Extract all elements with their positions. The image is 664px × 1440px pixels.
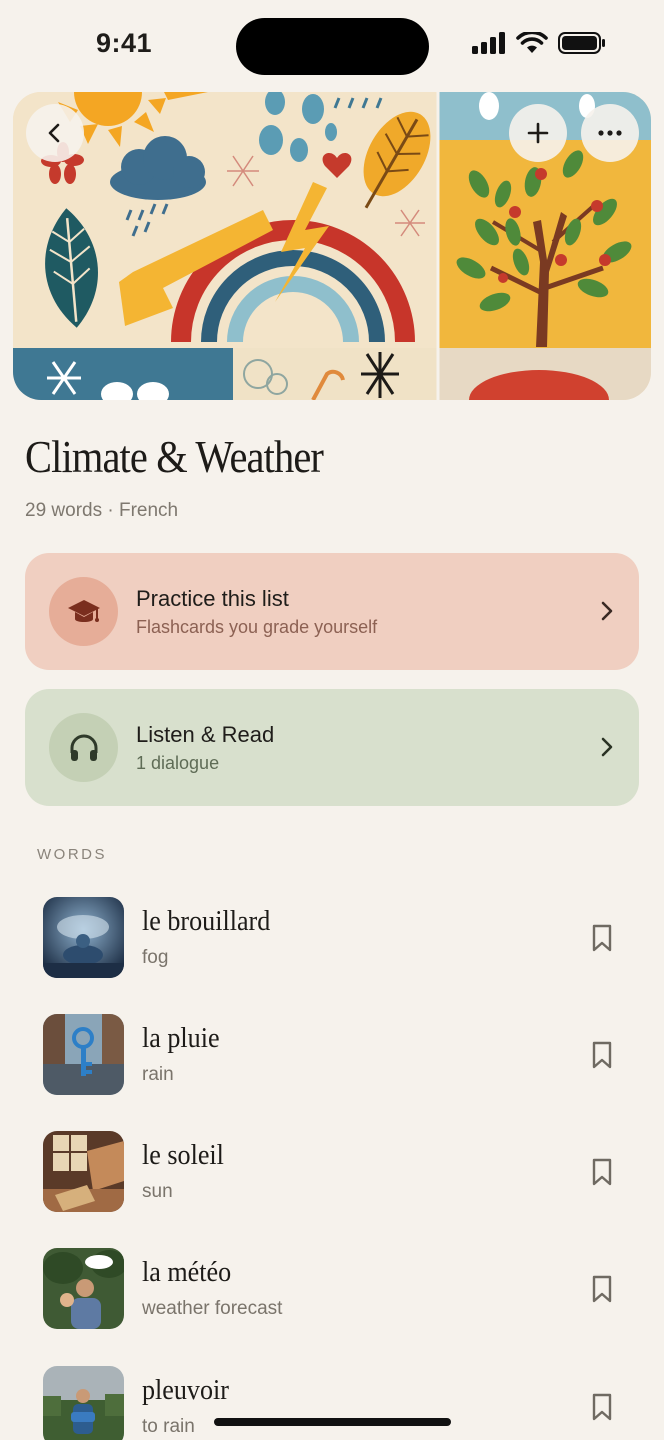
add-button[interactable] [509, 104, 567, 162]
word-english: sun [142, 1181, 173, 1202]
word-french: pleuvoir [142, 1374, 229, 1406]
bookmark-icon[interactable] [591, 1274, 613, 1304]
word-thumbnail [43, 1014, 124, 1095]
practice-card-subtitle: Flashcards you grade yourself [136, 617, 378, 637]
listen-read-card[interactable]: Listen & Read 1 dialogue [25, 689, 639, 806]
word-thumbnail [43, 1366, 124, 1440]
word-row[interactable]: le brouillard fog [43, 897, 623, 979]
ellipsis-icon [598, 130, 622, 136]
hero-illustration [13, 92, 651, 400]
chevron-left-icon [48, 123, 60, 143]
status-bar: 9:41 [0, 0, 664, 90]
battery-icon [558, 32, 605, 54]
word-thumbnail [43, 1248, 124, 1329]
word-english: to rain [142, 1416, 195, 1437]
plus-icon [527, 122, 549, 144]
word-english: weather forecast [142, 1298, 283, 1319]
word-french: le soleil [142, 1139, 224, 1171]
wifi-icon [516, 32, 548, 53]
practice-card-title: Practice this list [136, 586, 289, 611]
cellular-signal-icon [472, 32, 505, 54]
graduation-cap-icon [67, 599, 100, 622]
back-button[interactable] [26, 104, 84, 162]
more-options-button[interactable] [581, 104, 639, 162]
status-icons [472, 32, 606, 54]
chevron-right-icon [601, 737, 613, 757]
word-french: la météo [142, 1256, 232, 1288]
words-section-label: WORDS [37, 846, 107, 863]
practice-list-card[interactable]: Practice this list Flashcards you grade … [25, 553, 639, 670]
word-thumbnail [43, 897, 124, 978]
word-french: la pluie [142, 1022, 220, 1054]
word-row[interactable]: la météo weather forecast [43, 1248, 623, 1330]
word-row[interactable]: le soleil sun [43, 1131, 623, 1213]
list-title: Climate & Weather [25, 431, 324, 482]
status-time: 9:41 [96, 28, 153, 58]
dynamic-island [236, 18, 429, 75]
bookmark-icon[interactable] [591, 1157, 613, 1187]
home-indicator[interactable] [214, 1418, 451, 1426]
listen-card-subtitle: 1 dialogue [136, 753, 220, 773]
word-row[interactable]: pleuvoir to rain [43, 1366, 623, 1440]
bookmark-icon[interactable] [591, 923, 613, 953]
word-row[interactable]: la pluie rain [43, 1014, 623, 1096]
bookmark-icon[interactable] [591, 1392, 613, 1422]
word-french: le brouillard [142, 905, 271, 937]
headphones-icon [70, 734, 97, 761]
word-english: rain [142, 1064, 174, 1085]
word-english: fog [142, 947, 169, 968]
chevron-right-icon [601, 601, 613, 621]
bookmark-icon[interactable] [591, 1040, 613, 1070]
word-thumbnail [43, 1131, 124, 1212]
listen-icon-badge [49, 713, 118, 782]
list-meta: 29 words · French [25, 500, 179, 521]
listen-card-title: Listen & Read [136, 722, 275, 747]
practice-icon-badge [49, 577, 118, 646]
